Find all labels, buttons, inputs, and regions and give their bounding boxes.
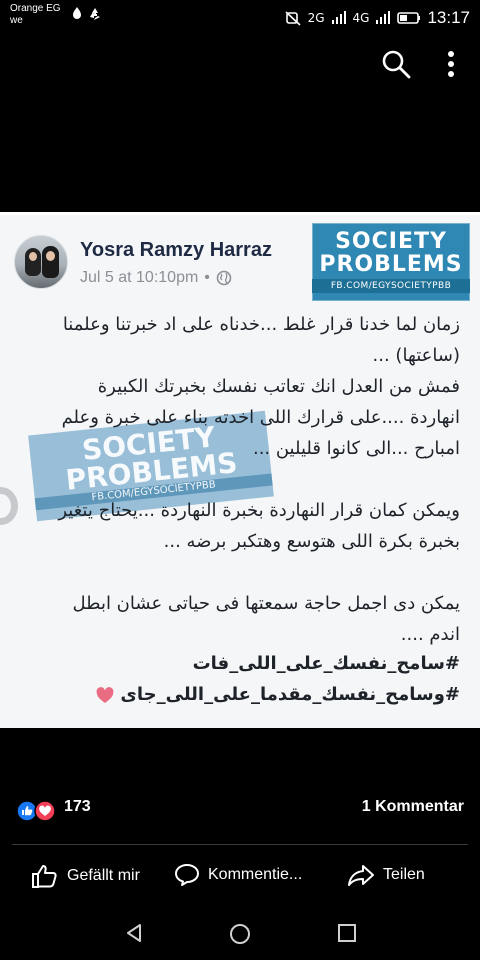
- back-button[interactable]: [123, 922, 145, 944]
- search-icon: [382, 50, 411, 79]
- status-right-icons: 2G 4G 13:17: [284, 8, 470, 28]
- search-button[interactable]: [380, 48, 412, 80]
- author-text: Yosra Ramzy Harraz Jul 5 at 10:10pm •: [80, 235, 272, 289]
- logo-url: FB.COM/EGYSOCIETYPBB: [312, 279, 470, 293]
- meta-separator: •: [204, 269, 210, 286]
- author-name: Yosra Ramzy Harraz: [80, 239, 272, 261]
- carrier-subtext: we: [10, 15, 23, 26]
- status-time: 13:17: [427, 8, 470, 27]
- actions-divider: [12, 844, 468, 845]
- hashtag-1: #سامح_نفسك_على_اللى_فات: [192, 653, 460, 674]
- signal-icon: [331, 11, 346, 24]
- top-actions: [380, 48, 456, 80]
- comment-label: Kommentie...: [208, 866, 303, 883]
- recent-apps-button[interactable]: [336, 922, 358, 944]
- system-navigation-bar: [0, 904, 480, 960]
- logo-line-2: PROBLEMS: [319, 252, 463, 277]
- status-left-icons: [72, 7, 102, 21]
- share-icon: [348, 865, 374, 886]
- reactions-row[interactable]: 173 1 Kommentar: [0, 792, 480, 828]
- like-button[interactable]: Gefällt mir: [31, 863, 140, 889]
- carrier-name: Orange EG: [10, 3, 61, 14]
- back-triangle-icon: [127, 924, 141, 942]
- comment-count[interactable]: 1 Kommentar: [362, 798, 464, 816]
- network-label-4g: 4G: [352, 11, 370, 25]
- comment-button[interactable]: Kommentie...: [174, 863, 302, 887]
- battery-icon: [397, 12, 421, 24]
- reaction-icons: [16, 800, 56, 822]
- home-button[interactable]: [228, 922, 252, 946]
- water-drop-icon: [73, 7, 81, 19]
- post-timestamp: Jul 5 at 10:10pm: [80, 269, 199, 286]
- post-image[interactable]: Yosra Ramzy Harraz Jul 5 at 10:10pm • SO…: [0, 212, 480, 728]
- carrier-info: Orange EG we: [10, 3, 61, 27]
- reaction-count[interactable]: 173: [64, 798, 91, 816]
- more-vertical-icon: [448, 51, 454, 77]
- post-actions: Gefällt mir Kommentie... Teilen: [0, 860, 480, 896]
- thumbs-up-icon: [32, 865, 57, 888]
- like-label: Gefällt mir: [67, 867, 140, 884]
- more-options-button[interactable]: [446, 49, 456, 79]
- recycle-icon: [90, 8, 100, 20]
- comment-icon: [175, 864, 199, 886]
- society-problems-logo: SOCIETY PROBLEMS FB.COM/EGYSOCIETYPBB: [312, 223, 470, 301]
- avatar: [14, 235, 68, 289]
- post-body-text: زمان لما خدنا قرار غلط ...خدناه على اد خ…: [58, 314, 460, 645]
- author-block: Yosra Ramzy Harraz Jul 5 at 10:10pm •: [14, 235, 272, 289]
- globe-icon: [216, 270, 232, 286]
- logo-line-1: SOCIETY: [335, 229, 447, 254]
- love-reaction-icon: [34, 800, 56, 822]
- status-bar: Orange EG we 2G 4G 13:17: [0, 0, 480, 36]
- signal-icon-secondary: [376, 11, 391, 24]
- recent-square-icon: [338, 924, 356, 942]
- post-meta: Jul 5 at 10:10pm •: [80, 269, 272, 287]
- network-label-2g: 2G: [307, 11, 325, 25]
- home-circle-icon: [230, 924, 250, 944]
- hashtag-2: #وسامح_نفسك_مقدما_على_اللى_جاى: [120, 684, 460, 705]
- heart-icon: [96, 686, 114, 703]
- hashtag-2-row: #وسامح_نفسك_مقدما_على_اللى_جاى: [12, 679, 460, 710]
- share-label: Teilen: [383, 866, 425, 883]
- hashtags: #سامح_نفسك_على_اللى_فات #وسامح_نفسك_مقدم…: [12, 648, 460, 710]
- mute-vibrate-icon: [285, 11, 301, 26]
- share-button[interactable]: Teilen: [347, 863, 425, 887]
